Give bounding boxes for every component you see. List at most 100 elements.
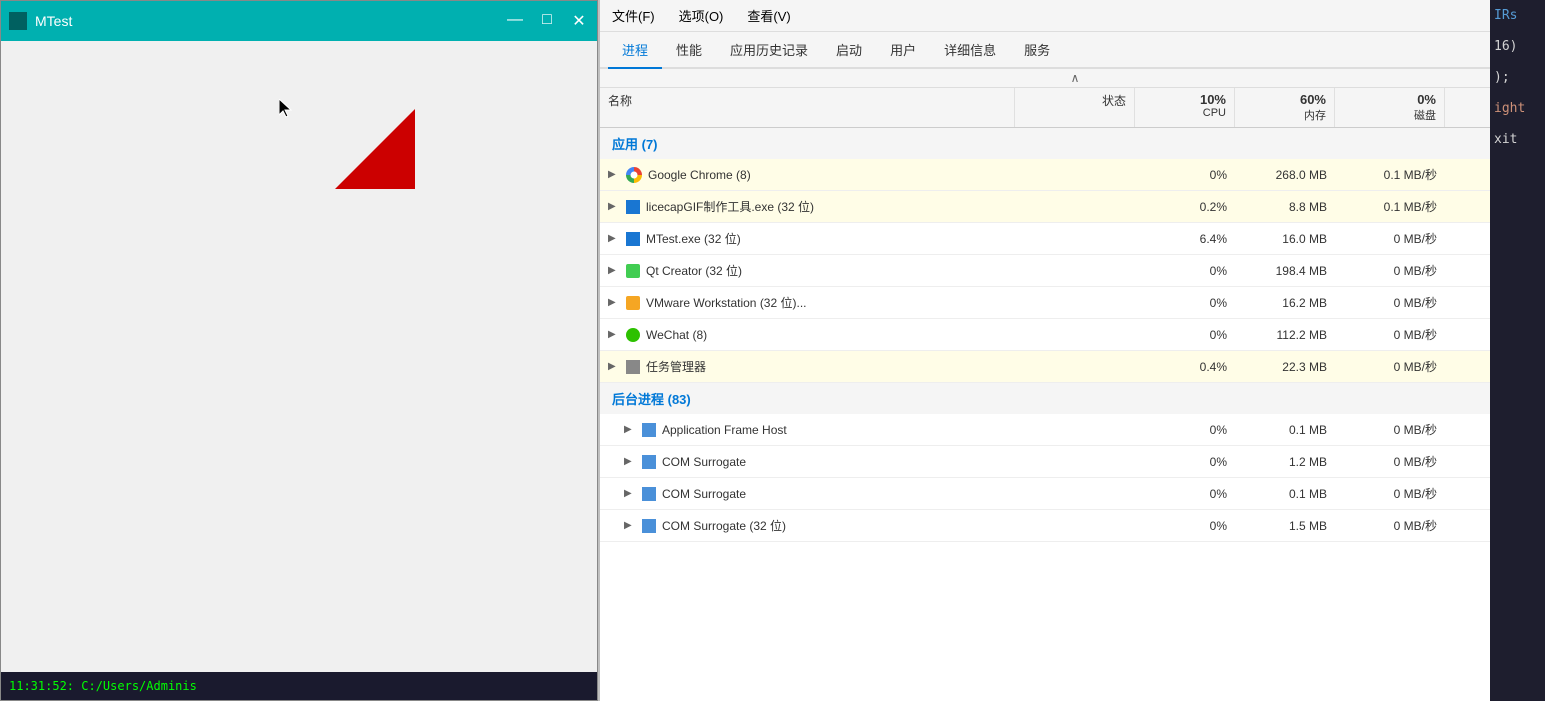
table-row[interactable]: ▶Application Frame Host0%0.1 MB0 MB/秒0 M… [600, 414, 1545, 446]
cpu-pct: 10% [1143, 92, 1226, 107]
process-name-label: MTest.exe (32 位) [646, 230, 741, 247]
process-cpu: 0.4% [1135, 356, 1235, 378]
mouse-cursor [279, 99, 289, 115]
process-name-cell: ▶ Google Chrome (8) [600, 163, 1015, 187]
col-name[interactable]: 名称 [600, 88, 1015, 127]
sort-indicator: ∧ [1015, 69, 1135, 87]
col-disk[interactable]: 0% 磁盘 [1335, 88, 1445, 127]
process-name-cell: ▶ Application Frame Host [600, 419, 1015, 441]
tab-details[interactable]: 详细信息 [930, 32, 1010, 69]
expand-arrow-icon[interactable]: ▶ [608, 329, 620, 340]
col-status: 状态 [1015, 88, 1135, 127]
disk-label: 磁盘 [1343, 107, 1436, 123]
process-cpu: 0% [1135, 515, 1235, 537]
maximize-button[interactable]: □ [537, 11, 557, 31]
process-disk: 0 MB/秒 [1335, 417, 1445, 442]
close-button[interactable]: ✕ [569, 11, 589, 31]
table-row[interactable]: ▶COM Surrogate (32 位)0%1.5 MB0 MB/秒0 Mbp… [600, 510, 1545, 542]
process-name-cell: ▶licecapGIF制作工具.exe (32 位) [600, 194, 1015, 219]
expand-arrow-icon[interactable]: ▶ [624, 520, 636, 531]
process-name-cell: ▶ COM Surrogate [600, 451, 1015, 473]
process-cpu: 0% [1135, 324, 1235, 346]
process-status [1015, 331, 1135, 339]
table-row[interactable]: ▶licecapGIF制作工具.exe (32 位)0.2%8.8 MB0.1 … [600, 191, 1545, 223]
process-status [1015, 203, 1135, 211]
app-icon [626, 232, 640, 246]
process-name-cell: ▶COM Surrogate [600, 483, 1015, 505]
expand-arrow-icon[interactable]: ▶ [608, 297, 620, 308]
table-row[interactable]: ▶WeChat (8)0%112.2 MB0 MB/秒0 Mbps [600, 319, 1545, 351]
process-memory: 22.3 MB [1235, 356, 1335, 378]
wechat-icon [626, 328, 640, 342]
tab-services[interactable]: 服务 [1010, 32, 1064, 69]
process-name-cell: ▶Qt Creator (32 位) [600, 258, 1015, 283]
taskmanager-window: 文件(F) 选项(O) 查看(V) 进程 性能 应用历史记录 启动 用户 详细信… [600, 0, 1545, 701]
expand-arrow-icon[interactable]: ▶ [608, 265, 620, 276]
process-list[interactable]: 应用 (7) ▶Google Chrome (8)0%268.0 MB0.1 M… [600, 128, 1545, 701]
process-disk: 0 MB/秒 [1335, 258, 1445, 283]
cpu-label: CPU [1143, 107, 1226, 119]
tab-app-history[interactable]: 应用历史记录 [716, 32, 822, 69]
tab-users[interactable]: 用户 [876, 32, 930, 69]
tab-processes[interactable]: 进程 [608, 32, 662, 69]
qt-icon [626, 264, 640, 278]
taskmanager-tabbar: 进程 性能 应用历史记录 启动 用户 详细信息 服务 [600, 32, 1545, 69]
process-memory: 8.8 MB [1235, 196, 1335, 218]
process-memory: 1.5 MB [1235, 515, 1335, 537]
mem-pct: 60% [1243, 92, 1326, 107]
generic-icon [642, 455, 656, 469]
expand-arrow-icon[interactable]: ▶ [608, 201, 620, 212]
process-name-label: Google Chrome (8) [648, 168, 751, 182]
code-line-1: IRs [1490, 0, 1545, 31]
expand-arrow-icon[interactable]: ▶ [608, 361, 620, 372]
process-name-label: Application Frame Host [662, 423, 787, 437]
process-disk: 0 MB/秒 [1335, 322, 1445, 347]
table-row[interactable]: ▶Qt Creator (32 位)0%198.4 MB0 MB/秒0 Mbps [600, 255, 1545, 287]
table-row[interactable]: ▶VMware Workstation (32 位)... 0%16.2 MB0 … [600, 287, 1545, 319]
triangle-shape [335, 109, 415, 189]
expand-arrow-icon[interactable]: ▶ [624, 488, 636, 499]
generic-icon [642, 519, 656, 533]
process-memory: 0.1 MB [1235, 419, 1335, 441]
process-cpu: 0.2% [1135, 196, 1235, 218]
column-headers: 名称 状态 10% CPU 60% 内存 0% 磁盘 0% 网络 [600, 88, 1545, 128]
process-status [1015, 426, 1135, 434]
process-disk: 0 MB/秒 [1335, 290, 1445, 315]
tab-startup[interactable]: 启动 [822, 32, 876, 69]
col-cpu[interactable]: 10% CPU [1135, 88, 1235, 127]
process-memory: 16.2 MB [1235, 292, 1335, 314]
menu-options[interactable]: 选项(O) [675, 4, 728, 27]
expand-arrow-icon[interactable]: ▶ [608, 169, 620, 180]
process-cpu: 0% [1135, 260, 1235, 282]
process-cpu: 6.4% [1135, 228, 1235, 250]
process-name-label: COM Surrogate [662, 455, 746, 469]
process-disk: 0 MB/秒 [1335, 354, 1445, 379]
process-name-label: 任务管理器 [646, 358, 706, 375]
tab-performance[interactable]: 性能 [662, 32, 716, 69]
process-status [1015, 522, 1135, 530]
table-row[interactable]: ▶MTest.exe (32 位)6.4%16.0 MB0 MB/秒0 Mbps [600, 223, 1545, 255]
generic-icon [642, 423, 656, 437]
process-name-label: WeChat (8) [646, 328, 707, 342]
process-status [1015, 299, 1135, 307]
process-status [1015, 490, 1135, 498]
code-line-5: xit [1490, 124, 1545, 155]
table-row[interactable]: ▶COM Surrogate0%0.1 MB0 MB/秒0 Mbps [600, 478, 1545, 510]
expand-arrow-icon[interactable]: ▶ [624, 424, 636, 435]
process-disk: 0 MB/秒 [1335, 481, 1445, 506]
apps-section-header: 应用 (7) [600, 128, 1545, 159]
table-row[interactable]: ▶任务管理器0.4%22.3 MB0 MB/秒0 Mbps [600, 351, 1545, 383]
expand-arrow-icon[interactable]: ▶ [608, 233, 620, 244]
app-icon [626, 200, 640, 214]
chrome-icon [626, 167, 642, 183]
expand-arrow-icon[interactable]: ▶ [624, 456, 636, 467]
menu-view[interactable]: 查看(V) [743, 4, 794, 27]
minimize-button[interactable]: — [505, 11, 525, 31]
taskmanager-menubar: 文件(F) 选项(O) 查看(V) [600, 0, 1545, 32]
table-row[interactable]: ▶Google Chrome (8)0%268.0 MB0.1 MB/秒0 Mb… [600, 159, 1545, 191]
process-name-cell: ▶VMware Workstation (32 位)... [600, 290, 1015, 315]
menu-file[interactable]: 文件(F) [608, 4, 659, 27]
col-mem[interactable]: 60% 内存 [1235, 88, 1335, 127]
process-cpu: 0% [1135, 292, 1235, 314]
table-row[interactable]: ▶COM Surrogate0%1.2 MB0 MB/秒0 Mbps [600, 446, 1545, 478]
